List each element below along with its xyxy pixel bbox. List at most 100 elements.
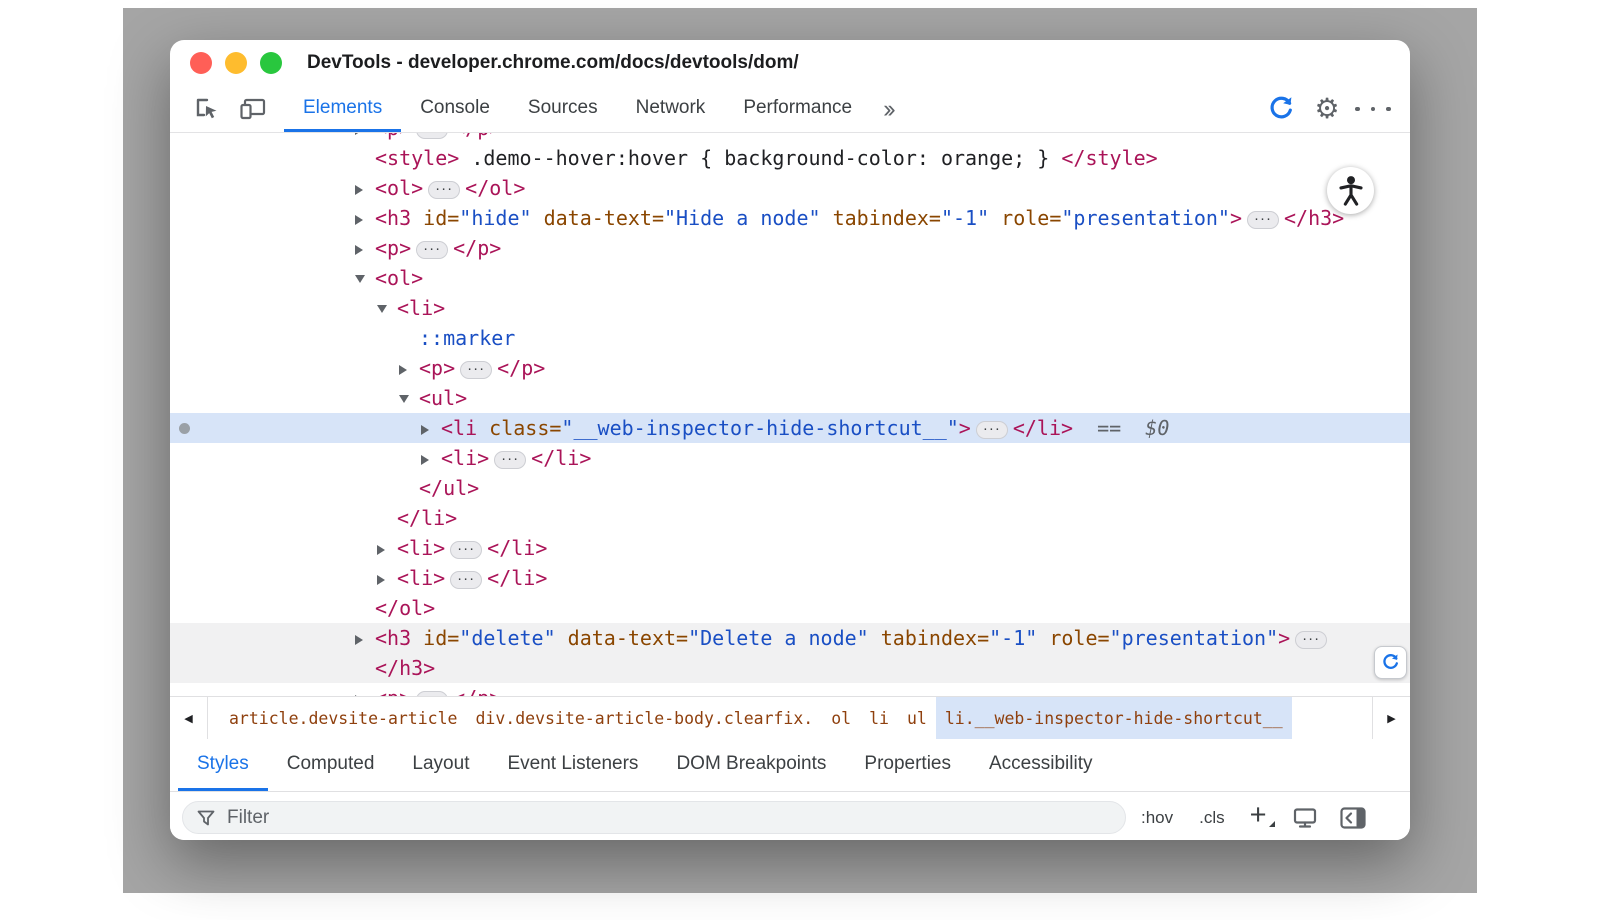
expand-ellipsis-button[interactable]: ···	[976, 421, 1008, 439]
kebab-menu-icon[interactable]	[1350, 86, 1396, 132]
code-token: "__web-inspector-hide-shortcut__"	[561, 416, 958, 440]
monitor-icon[interactable]	[1283, 798, 1327, 838]
breadcrumb-scroll-left-icon[interactable]: ◀	[170, 697, 208, 739]
expand-arrow-icon[interactable]	[355, 133, 373, 143]
toggle-sidebar-icon[interactable]	[1331, 798, 1375, 838]
tab-accessibility[interactable]: Accessibility	[970, 739, 1111, 791]
expand-arrow-icon[interactable]	[355, 233, 373, 263]
code-token: <h3	[375, 626, 411, 650]
zoom-button[interactable]	[260, 52, 282, 74]
tree-row[interactable]: <p>···</p>	[170, 683, 1410, 696]
breadcrumb-item[interactable]: li	[860, 697, 898, 739]
device-toolbar-icon[interactable]	[230, 86, 276, 132]
element-classes-button[interactable]: .cls	[1188, 802, 1236, 834]
tree-row[interactable]: <ol>	[170, 263, 1410, 293]
expand-ellipsis-button[interactable]: ···	[1247, 211, 1279, 229]
selected-node-dot	[179, 423, 190, 434]
expand-arrow-icon[interactable]	[355, 173, 373, 203]
code-token: data-text=	[532, 206, 664, 230]
expand-ellipsis-button[interactable]: ···	[416, 241, 448, 259]
tab-layout[interactable]: Layout	[393, 739, 488, 791]
expand-arrow-icon[interactable]	[377, 533, 395, 563]
collapse-arrow-icon[interactable]	[399, 383, 417, 413]
expand-arrow-icon[interactable]	[355, 683, 373, 696]
collapse-arrow-icon[interactable]	[355, 263, 373, 293]
expand-ellipsis-button[interactable]: ···	[450, 571, 482, 589]
expand-ellipsis-button[interactable]: ···	[494, 451, 526, 469]
code-token: </li>	[531, 446, 591, 470]
breadcrumb-item[interactable]: div.devsite-article-body.clearfix.	[466, 697, 822, 739]
code-token: "delete"	[459, 626, 555, 650]
expand-ellipsis-button[interactable]: ···	[450, 541, 482, 559]
tree-row[interactable]: <ul>	[170, 383, 1410, 413]
close-button[interactable]	[190, 52, 212, 74]
breadcrumb-item[interactable]: ul	[898, 697, 936, 739]
tree-row[interactable]: <li>	[170, 293, 1410, 323]
tree-row[interactable]: ::marker	[170, 323, 1410, 353]
expand-ellipsis-button[interactable]: ···	[416, 691, 448, 696]
tab-console[interactable]: Console	[401, 86, 509, 132]
expand-arrow-icon[interactable]	[377, 563, 395, 593]
expand-ellipsis-button[interactable]: ···	[460, 361, 492, 379]
tab-dom-breakpoints[interactable]: DOM Breakpoints	[657, 739, 845, 791]
settings-gear-icon[interactable]: ⚙	[1304, 86, 1350, 132]
code-token: ==	[1073, 416, 1145, 440]
code-token: <p>	[375, 133, 411, 140]
filter-funnel-icon	[197, 810, 215, 826]
tree-row[interactable]: <style> .demo--hover:hover { background-…	[170, 143, 1410, 173]
filter-field[interactable]	[182, 801, 1126, 834]
tab-performance[interactable]: Performance	[724, 86, 871, 132]
expand-arrow-icon[interactable]	[355, 623, 373, 653]
tree-row[interactable]: </ul>	[170, 473, 1410, 503]
tree-row[interactable]: </li>	[170, 503, 1410, 533]
tree-row[interactable]: <p>···</p>	[170, 233, 1410, 263]
tab-properties[interactable]: Properties	[845, 739, 970, 791]
filter-input[interactable]	[225, 806, 1111, 830]
expand-arrow-icon[interactable]	[399, 353, 417, 383]
tab-network[interactable]: Network	[617, 86, 725, 132]
tree-row[interactable]: <p>···</p>	[170, 133, 1410, 143]
code-token: "-1"	[989, 626, 1037, 650]
tree-row[interactable]: <li>···</li>	[170, 563, 1410, 593]
tree-row[interactable]: </h3>	[170, 653, 1410, 683]
expand-ellipsis-button[interactable]: ···	[1295, 631, 1327, 649]
code-token: </ol>	[375, 596, 435, 620]
expand-arrow-icon[interactable]	[421, 443, 439, 473]
accessibility-widget-button[interactable]	[1327, 167, 1374, 214]
main-tabs: ElementsConsoleSourcesNetworkPerformance	[284, 86, 871, 132]
scroll-badge-icon[interactable]	[1374, 646, 1407, 679]
tab-elements[interactable]: Elements	[284, 86, 401, 132]
tree-row[interactable]: <ol>···</ol>	[170, 173, 1410, 203]
tab-sources[interactable]: Sources	[509, 86, 617, 132]
breadcrumb-scroll-right-icon[interactable]: ▶	[1372, 697, 1410, 739]
toggle-element-state-button[interactable]: :hov	[1130, 802, 1184, 834]
tree-row[interactable]: <h3 id="delete" data-text="Delete a node…	[170, 623, 1410, 653]
breadcrumb-item[interactable]: article.devsite-article	[220, 697, 466, 739]
code-token: tabindex=	[869, 626, 989, 650]
tree-row[interactable]: <li>···</li>	[170, 443, 1410, 473]
more-tabs-icon[interactable]: ››	[871, 86, 904, 132]
expand-arrow-icon[interactable]	[421, 413, 439, 443]
expand-arrow-icon[interactable]	[355, 203, 373, 233]
expand-ellipsis-button[interactable]: ···	[416, 133, 448, 139]
tree-row[interactable]: <p>···</p>	[170, 353, 1410, 383]
tab-computed[interactable]: Computed	[268, 739, 394, 791]
tree-row[interactable]: </ol>	[170, 593, 1410, 623]
breadcrumb-item[interactable]: li.__web-inspector-hide-shortcut__	[936, 697, 1292, 739]
accessibility-person-icon	[1331, 171, 1371, 211]
code-token: <li>	[397, 296, 445, 320]
tree-row[interactable]: <li>···</li>	[170, 533, 1410, 563]
minimize-button[interactable]	[225, 52, 247, 74]
collapse-arrow-icon[interactable]	[377, 293, 395, 323]
breadcrumb: ◀ article.devsite-articlediv.devsite-art…	[170, 696, 1410, 739]
sync-icon[interactable]	[1258, 86, 1304, 132]
expand-ellipsis-button[interactable]: ···	[428, 181, 460, 199]
breadcrumb-item[interactable]: ol	[822, 697, 860, 739]
new-style-rule-button[interactable]: +	[1240, 801, 1279, 834]
tab-styles[interactable]: Styles	[178, 739, 268, 791]
tree-row[interactable]: <h3 id="hide" data-text="Hide a node" ta…	[170, 203, 1410, 233]
inspect-element-icon[interactable]	[184, 86, 230, 132]
tree-row[interactable]: <li class="__web-inspector-hide-shortcut…	[170, 413, 1410, 443]
code-token: <li>	[397, 536, 445, 560]
tab-event-listeners[interactable]: Event Listeners	[488, 739, 657, 791]
